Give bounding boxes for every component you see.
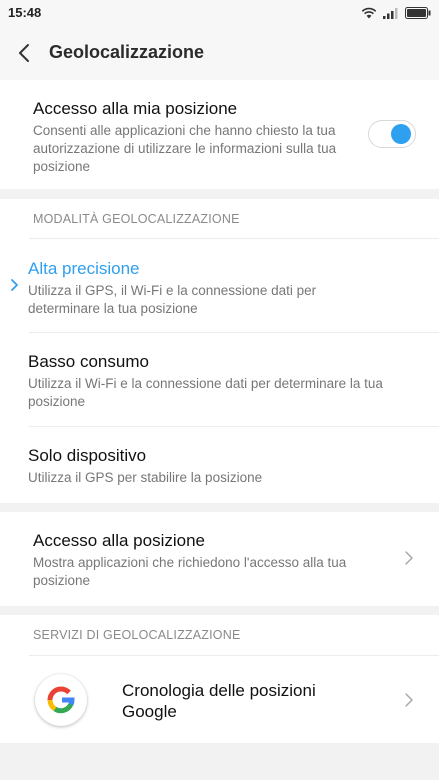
app-bar: Geolocalizzazione <box>0 26 439 80</box>
mode-option-high-accuracy[interactable]: Alta precisione Utilizza il GPS, il Wi-F… <box>0 239 439 332</box>
mode-option-device-only[interactable]: Solo dispositivo Utilizza il GPS per sta… <box>0 427 439 503</box>
position-access-row[interactable]: Accesso alla posizione Mostra applicazio… <box>0 512 439 606</box>
location-access-title: Accesso alla mia posizione <box>33 99 238 118</box>
mode-option-title: Basso consumo <box>28 352 149 371</box>
position-access-title: Accesso alla posizione <box>33 531 205 550</box>
mode-option-title: Alta precisione <box>28 259 140 278</box>
toggle-knob <box>391 124 411 144</box>
mode-option-title: Solo dispositivo <box>28 446 147 465</box>
signal-icon <box>383 8 398 19</box>
page-title: Geolocalizzazione <box>49 42 205 62</box>
google-logo-icon <box>35 674 87 726</box>
section-header-services: SERVIZI DI GEOLOCALIZZAZIONE <box>33 628 241 642</box>
section-header-modes: MODALITÀ GEOLOCALIZZAZIONE <box>33 212 240 226</box>
chevron-right-icon <box>405 551 413 565</box>
chevron-right-icon <box>405 693 413 707</box>
location-access-toggle[interactable] <box>368 120 416 148</box>
mode-option-description: Utilizza il GPS per stabilire la posizio… <box>28 470 263 485</box>
wifi-icon <box>361 7 377 19</box>
mode-option-description: Utilizza il GPS, il Wi-Fi e la connessio… <box>28 283 317 316</box>
back-arrow-icon[interactable] <box>16 43 32 63</box>
battery-icon <box>405 7 431 19</box>
selected-indicator-icon <box>11 279 18 291</box>
position-access-description: Mostra applicazioni che richiedono l'acc… <box>33 555 347 588</box>
mode-option-low-power[interactable]: Basso consumo Utilizza il Wi-Fi e la con… <box>0 333 439 426</box>
status-time: 15:48 <box>8 5 42 20</box>
status-bar: 15:48 <box>0 0 439 26</box>
status-icons <box>361 6 431 20</box>
google-location-history-title: Cronologia delle posizioni Google <box>122 681 316 721</box>
location-access-description: Consenti alle applicazioni che hanno chi… <box>33 123 337 174</box>
mode-option-description: Utilizza il Wi-Fi e la connessione dati … <box>28 376 383 409</box>
